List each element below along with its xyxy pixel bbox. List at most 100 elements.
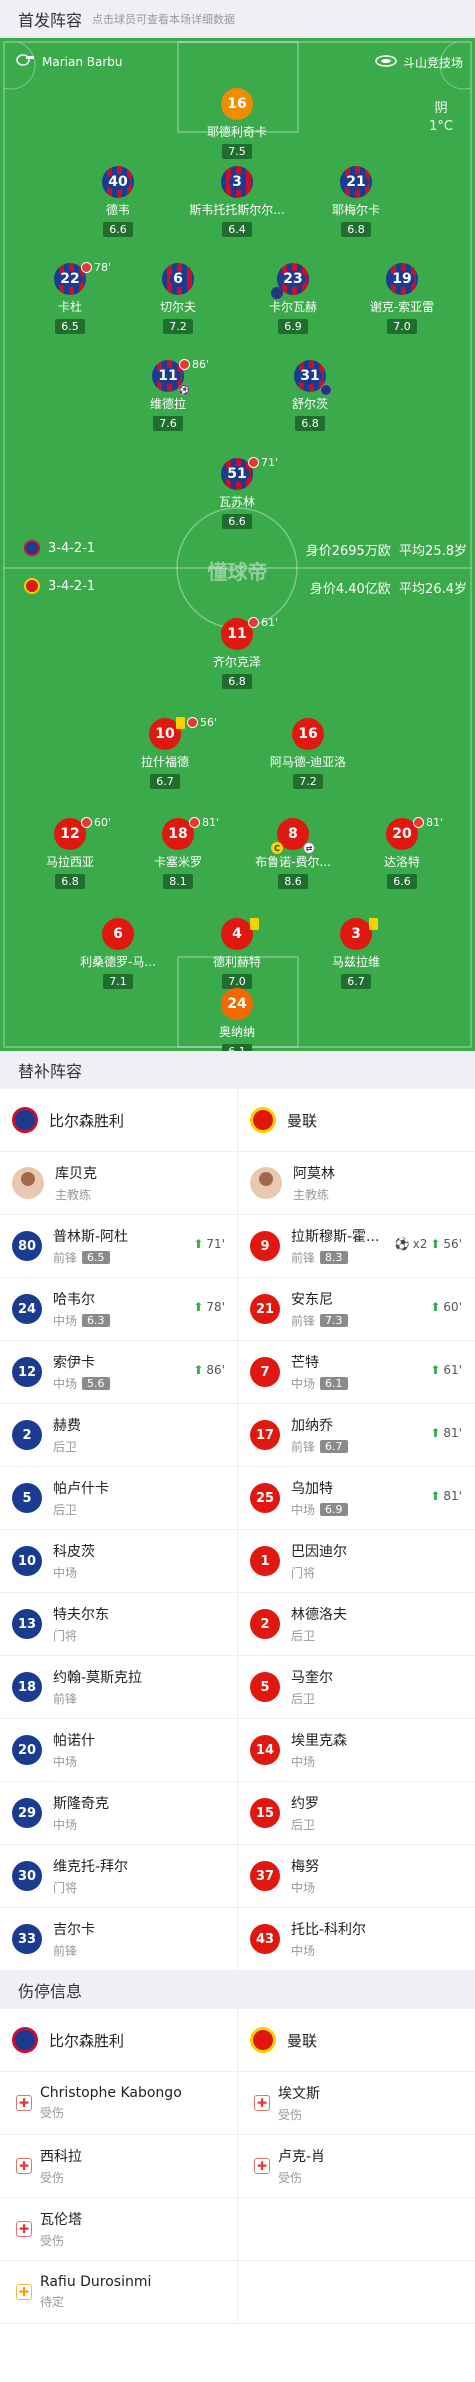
sub-player[interactable]: 24 哈韦尔 中场 6.3 ⬆ 78' bbox=[0, 1278, 237, 1340]
sub-player[interactable]: 30 维克托-拜尔 门将 bbox=[0, 1845, 237, 1907]
sub-position: 前锋 bbox=[53, 1692, 78, 1706]
sub-player[interactable]: 37 梅努 中场 bbox=[237, 1845, 474, 1907]
sub-player[interactable]: 5 帕卢什卡 后卫 bbox=[0, 1467, 237, 1529]
sub-player[interactable]: 7 芒特 中场 6.1 ⬆ 61' bbox=[237, 1341, 474, 1403]
home-player[interactable]: 23 C 卡尔瓦赫 6.9 bbox=[238, 263, 348, 334]
sub-position-row: 中场 bbox=[53, 1564, 95, 1581]
home-player[interactable]: 22 78' 卡杜 6.5 bbox=[15, 261, 125, 334]
subs-away-team[interactable]: 曼联 bbox=[237, 1089, 474, 1151]
injury-row: ✚ 瓦伦塔 受伤 bbox=[0, 2198, 475, 2261]
away-player[interactable]: 20 81' 达洛特 6.6 bbox=[347, 816, 457, 889]
sub-player[interactable]: 80 普林斯-阿杜 前锋 6.5 ⬆ 71' bbox=[0, 1215, 237, 1277]
sub-player[interactable]: 21 安东尼 前锋 7.3 ⬆ 60' bbox=[237, 1278, 474, 1340]
away-player[interactable]: 24 奥纳纳 6.1 bbox=[182, 988, 292, 1051]
sub-number-badge: 18 bbox=[12, 1672, 42, 1702]
sub-out-minute: 61' bbox=[261, 616, 279, 629]
injury-team-row: 比尔森胜利 曼联 bbox=[0, 2009, 475, 2072]
sub-player[interactable]: 29 斯隆奇克 中场 bbox=[0, 1782, 237, 1844]
injury-row: ✚ Rafiu Durosinmi 待定 bbox=[0, 2261, 475, 2324]
sub-name: 吉尔卡 bbox=[53, 1922, 95, 1938]
sub-position: 门将 bbox=[291, 1566, 316, 1580]
sub-position-row: 中场 bbox=[291, 1879, 319, 1896]
sub-player[interactable]: 1 巴因迪尔 门将 bbox=[237, 1530, 474, 1592]
sub-player[interactable]: 33 吉尔卡 前锋 bbox=[0, 1908, 237, 1970]
sub-info: 拉斯穆斯-霍... 前锋 8.3 bbox=[291, 1226, 379, 1266]
temperature-text: 1°C bbox=[429, 119, 453, 134]
home-player[interactable]: 3 斯韦托托斯尔尔... 6.4 bbox=[182, 166, 292, 237]
sub-player[interactable]: 10 科皮茨 中场 bbox=[0, 1530, 237, 1592]
away-player[interactable]: 12 60' 马拉西亚 6.8 bbox=[15, 816, 125, 889]
player-rating: 6.7 bbox=[341, 974, 371, 989]
away-player[interactable]: 6 利桑德罗-马... 7.1 bbox=[63, 918, 173, 989]
sub-player[interactable]: 17 加纳乔 前锋 6.7 ⬆ 81' bbox=[237, 1404, 474, 1466]
sub-in-icon: ⬆ bbox=[430, 1489, 441, 1503]
sub-in-minute: 60' bbox=[443, 1300, 462, 1314]
subs-team-row: 比尔森胜利 曼联 bbox=[0, 1089, 475, 1152]
home-player[interactable]: 21 耶梅尔卡 6.8 bbox=[301, 166, 411, 237]
sub-number-badge: 24 bbox=[12, 1294, 42, 1324]
home-player[interactable]: 31 ⇄ 舒尔茨 6.8 bbox=[255, 360, 365, 431]
sub-out-minute: 60' bbox=[94, 816, 112, 829]
sub-player[interactable]: 20 帕诺什 中场 bbox=[0, 1719, 237, 1781]
sub-rating: 6.7 bbox=[320, 1440, 348, 1453]
sub-info: 科皮茨 中场 bbox=[53, 1541, 95, 1581]
sub-player[interactable]: 43 托比-科利尔 中场 bbox=[237, 1908, 474, 1970]
player-number: 12 bbox=[60, 826, 80, 842]
home-coach[interactable]: 库贝克 主教练 bbox=[0, 1152, 237, 1214]
subs-row: 33 吉尔卡 前锋 43 托比-科利尔 中场 bbox=[0, 1908, 475, 1971]
player-name: 齐尔克泽 bbox=[212, 655, 261, 669]
empty-cell bbox=[237, 2261, 474, 2323]
sub-player[interactable]: 15 约罗 后卫 bbox=[237, 1782, 474, 1844]
home-player[interactable]: 16 耶德利奇卡 7.5 bbox=[182, 88, 292, 159]
away-player[interactable]: 8 C ⇄ 布鲁诺-费尔... 8.6 bbox=[238, 818, 348, 889]
injury-home-team[interactable]: 比尔森胜利 bbox=[0, 2009, 237, 2071]
player-rating: 7.0 bbox=[222, 974, 252, 989]
injured-player[interactable]: ✚ Christophe Kabongo 受伤 bbox=[0, 2072, 237, 2134]
sub-info: 哈韦尔 中场 6.3 bbox=[53, 1289, 110, 1329]
injury-status: 受伤 bbox=[40, 2234, 65, 2248]
away-coach[interactable]: 阿莫林 主教练 bbox=[237, 1152, 474, 1214]
sub-player[interactable]: 12 索伊卡 中场 5.6 ⬆ 86' bbox=[0, 1341, 237, 1403]
player-number-badge: 21 bbox=[340, 166, 372, 198]
player-name: 利桑德罗-马... bbox=[80, 955, 156, 969]
sub-position-row: 后卫 bbox=[291, 1627, 347, 1644]
substitution-swap-icon: ⇄ bbox=[303, 842, 315, 854]
sub-player[interactable]: 18 约翰-莫斯克拉 前锋 bbox=[0, 1656, 237, 1718]
player-name: 阿马德-迪亚洛 bbox=[269, 755, 347, 769]
sub-out-minute: 81' bbox=[426, 816, 444, 829]
home-player[interactable]: 19 谢克-索亚雷 7.0 bbox=[347, 263, 457, 334]
injury-info: Rafiu Durosinmi 待定 bbox=[40, 2274, 151, 2310]
sub-position: 中场 bbox=[291, 1755, 316, 1769]
home-player[interactable]: 6 切尔夫 7.2 bbox=[123, 263, 233, 334]
injured-player[interactable]: ✚ 埃文斯 受伤 bbox=[237, 2072, 474, 2134]
away-player[interactable]: 4 德利赫特 7.0 bbox=[182, 918, 292, 989]
home-player[interactable]: 40 德韦 6.6 bbox=[63, 166, 173, 237]
substitutes-section: 替补阵容 比尔森胜利 曼联 库贝克 主教练 阿莫林 主教练 80 普林斯-阿杜 前锋 6.… bbox=[0, 1051, 475, 2324]
home-player[interactable]: 51 71' 瓦苏林 6.6 bbox=[182, 456, 292, 529]
sub-player[interactable]: 13 特夫尔东 门将 bbox=[0, 1593, 237, 1655]
sub-number-badge: 10 bbox=[12, 1546, 42, 1576]
injured-player[interactable]: ✚ 瓦伦塔 受伤 bbox=[0, 2198, 237, 2260]
away-player[interactable]: 11 61' 齐尔克泽 6.8 bbox=[182, 616, 292, 689]
subs-home-team[interactable]: 比尔森胜利 bbox=[0, 1089, 237, 1151]
sub-player[interactable]: 9 拉斯穆斯-霍... 前锋 8.3 ⚽ x2 ⬆ 56' bbox=[237, 1215, 474, 1277]
away-player[interactable]: 10 56' 拉什福德 6.7 bbox=[110, 716, 220, 789]
sub-rating: 6.9 bbox=[320, 1503, 348, 1516]
yellow-card-icon bbox=[250, 918, 259, 930]
player-number-badge: 16 bbox=[221, 88, 253, 120]
sub-player[interactable]: 2 赫费 后卫 bbox=[0, 1404, 237, 1466]
away-player[interactable]: 16 阿马德-迪亚洛 7.2 bbox=[253, 718, 363, 789]
sub-player[interactable]: 2 林德洛夫 后卫 bbox=[237, 1593, 474, 1655]
away-player[interactable]: 3 马兹拉维 6.7 bbox=[301, 918, 411, 989]
away-player[interactable]: 18 81' 卡塞米罗 8.1 bbox=[123, 816, 233, 889]
injured-player[interactable]: ✚ 卢克-肖 受伤 bbox=[237, 2135, 474, 2197]
sub-rating: 6.5 bbox=[82, 1251, 110, 1264]
sub-out-minute: 86' bbox=[192, 358, 210, 371]
injured-player[interactable]: ✚ 西科拉 受伤 bbox=[0, 2135, 237, 2197]
home-player[interactable]: 11 ⚽ 86' 维德拉 7.6 bbox=[113, 358, 223, 431]
injury-away-team[interactable]: 曼联 bbox=[237, 2009, 474, 2071]
sub-player[interactable]: 14 埃里克森 中场 bbox=[237, 1719, 474, 1781]
sub-player[interactable]: 25 乌加特 中场 6.9 ⬆ 81' bbox=[237, 1467, 474, 1529]
injured-player[interactable]: ✚ Rafiu Durosinmi 待定 bbox=[0, 2261, 237, 2323]
sub-player[interactable]: 5 马奎尔 后卫 bbox=[237, 1656, 474, 1718]
